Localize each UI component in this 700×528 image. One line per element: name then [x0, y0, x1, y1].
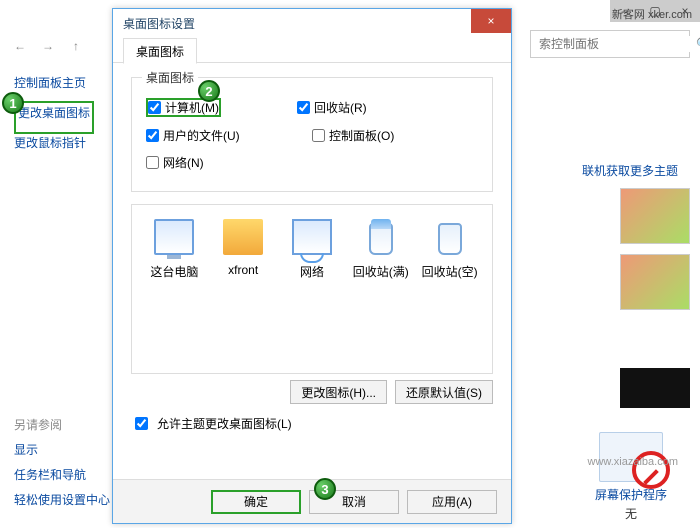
sidebar-home-link[interactable]: 控制面板主页 [14, 74, 112, 91]
change-icon-button[interactable]: 更改图标(H)... [290, 380, 387, 404]
folder-icon [223, 219, 263, 255]
dialog-titlebar[interactable]: 桌面图标设置 × [113, 9, 511, 37]
tab-strip: 桌面图标 [113, 37, 511, 63]
desktop-icon-settings-dialog: 桌面图标设置 × 桌面图标 桌面图标 计算机(M) 回收站(R) 用户的文件(U… [112, 8, 512, 524]
icon-recycle-bin-empty[interactable]: 回收站(空) [419, 219, 481, 280]
allow-themes-input[interactable] [135, 417, 148, 430]
more-themes-link[interactable]: 联机获取更多主题 [582, 162, 678, 179]
checkbox-recycle-bin[interactable]: 回收站(R) [297, 98, 463, 117]
nav-back-button[interactable]: ← [10, 36, 30, 56]
recycle-bin-empty-icon [430, 219, 470, 255]
icon-bin-empty-label: 回收站(空) [419, 263, 481, 280]
checkbox-control-panel[interactable]: 控制面板(O) [312, 127, 478, 144]
search-box[interactable]: 🔍 [530, 30, 690, 58]
network-icon [292, 219, 332, 255]
icon-recycle-bin-full[interactable]: 回收站(满) [350, 219, 412, 280]
screensaver-status: 无 [566, 505, 696, 522]
search-input[interactable] [537, 36, 696, 52]
icon-network[interactable]: 网络 [281, 219, 343, 280]
annotation-badge-2: 2 [198, 80, 220, 102]
checkbox-user-files-label: 用户的文件(U) [163, 127, 240, 144]
theme-thumbnails [620, 188, 690, 320]
icon-bin-full-label: 回收站(满) [350, 263, 412, 280]
checkbox-computer-input[interactable] [148, 101, 161, 114]
dialog-body: 桌面图标 计算机(M) 回收站(R) 用户的文件(U) 控制面板(O) [113, 63, 511, 479]
watermark-text: 新客网 xker.com [612, 6, 692, 22]
ok-button[interactable]: 确定 [211, 490, 301, 514]
computer-icon [154, 219, 194, 255]
watermark-bottom: www.xiazaiba.com [588, 456, 678, 468]
restore-default-button[interactable]: 还原默认值(S) [395, 380, 493, 404]
allow-themes-checkbox[interactable]: 允许主题更改桌面图标(L) [131, 414, 493, 433]
see-also-title: 另请参阅 [14, 416, 110, 433]
checkbox-recycle-bin-label: 回收站(R) [314, 99, 367, 116]
checkbox-control-panel-label: 控制面板(O) [329, 127, 394, 144]
icon-this-pc-label: 这台电脑 [143, 263, 205, 280]
annotation-badge-1: 1 [2, 92, 24, 114]
allow-themes-label: 允许主题更改桌面图标(L) [157, 415, 292, 432]
annotation-badge-3: 3 [314, 478, 336, 500]
checkbox-network[interactable]: 网络(N) [146, 154, 312, 171]
checkbox-network-label: 网络(N) [163, 154, 204, 171]
see-also-display-link[interactable]: 显示 [14, 441, 110, 458]
sidebar-change-desktop-icons-link[interactable]: 更改桌面图标 [18, 104, 90, 121]
checkbox-user-files-input[interactable] [146, 129, 159, 142]
see-also-section: 另请参阅 显示 任务栏和导航 轻松使用设置中心 [14, 416, 110, 508]
dialog-title: 桌面图标设置 [123, 15, 195, 32]
checkbox-recycle-bin-input[interactable] [297, 101, 310, 114]
checkbox-user-files[interactable]: 用户的文件(U) [146, 127, 312, 144]
theme-thumb-1[interactable] [620, 188, 690, 244]
icon-this-pc[interactable]: 这台电脑 [143, 219, 205, 280]
desktop-icons-group: 桌面图标 计算机(M) 回收站(R) 用户的文件(U) 控制面板(O) [131, 77, 493, 192]
icon-network-label: 网络 [281, 263, 343, 280]
dialog-close-button[interactable]: × [471, 9, 511, 33]
sidebar-change-mouse-pointers-link[interactable]: 更改鼠标指针 [14, 134, 112, 151]
icon-preview-grid[interactable]: 这台电脑 xfront 网络 回收站(满) 回收站(空) [131, 204, 493, 374]
dialog-footer: 确定 取消 应用(A) [113, 479, 511, 523]
screensaver-link[interactable]: 屏幕保护程序 [566, 486, 696, 503]
search-icon: 🔍 [696, 37, 700, 51]
see-also-taskbar-link[interactable]: 任务栏和导航 [14, 466, 110, 483]
color-preview[interactable] [620, 368, 690, 408]
group-title: 桌面图标 [142, 69, 198, 86]
checkbox-network-input[interactable] [146, 156, 159, 169]
theme-thumb-2[interactable] [620, 254, 690, 310]
icon-xfront[interactable]: xfront [212, 219, 274, 277]
nav-forward-button[interactable]: → [38, 36, 58, 56]
see-also-ease-link[interactable]: 轻松使用设置中心 [14, 491, 110, 508]
nav-up-button[interactable]: ↑ [66, 36, 86, 56]
icon-xfront-label: xfront [212, 263, 274, 277]
recycle-bin-full-icon [361, 219, 401, 255]
apply-button[interactable]: 应用(A) [407, 490, 497, 514]
screensaver-block: 屏幕保护程序 无 [566, 432, 696, 522]
tab-desktop-icons[interactable]: 桌面图标 [123, 38, 197, 64]
checkbox-control-panel-input[interactable] [312, 129, 325, 142]
